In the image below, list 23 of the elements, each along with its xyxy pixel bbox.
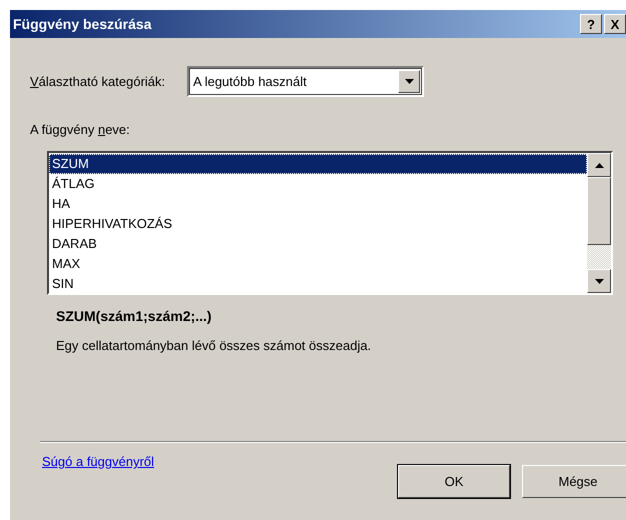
scroll-down-icon[interactable]	[587, 269, 611, 293]
function-item[interactable]: ÁTLAG	[49, 174, 587, 194]
function-item[interactable]: SZUM	[49, 154, 587, 174]
close-button[interactable]: X	[604, 14, 626, 34]
category-label: Választható kategóriák:	[30, 74, 166, 89]
function-item[interactable]: SIN	[49, 274, 587, 294]
cancel-button[interactable]: Mégse	[522, 465, 626, 498]
help-link[interactable]: Súgó a függvényről	[42, 454, 154, 469]
function-signature: SZUM(szám1;szám2;...)	[56, 308, 213, 324]
scroll-track[interactable]	[587, 245, 611, 269]
help-button[interactable]: ?	[580, 14, 602, 34]
scroll-up-icon[interactable]	[587, 153, 611, 177]
scrollbar[interactable]	[587, 153, 611, 293]
function-item[interactable]: DARAB	[49, 234, 587, 254]
function-name-label: A függvény neve:	[30, 122, 131, 137]
function-item[interactable]: HIPERHIVATKOZÁS	[49, 214, 587, 234]
window-title: Függvény beszúrása	[13, 16, 152, 32]
function-description: Egy cellatartományban lévő összes számot összeadja.	[56, 338, 372, 353]
function-item[interactable]: MAX	[49, 254, 587, 274]
function-item[interactable]: HA	[49, 194, 587, 214]
category-dropdown[interactable]: A legutóbb használt	[187, 66, 424, 97]
ok-button[interactable]: OK	[398, 465, 510, 498]
scroll-thumb[interactable]	[587, 177, 611, 245]
